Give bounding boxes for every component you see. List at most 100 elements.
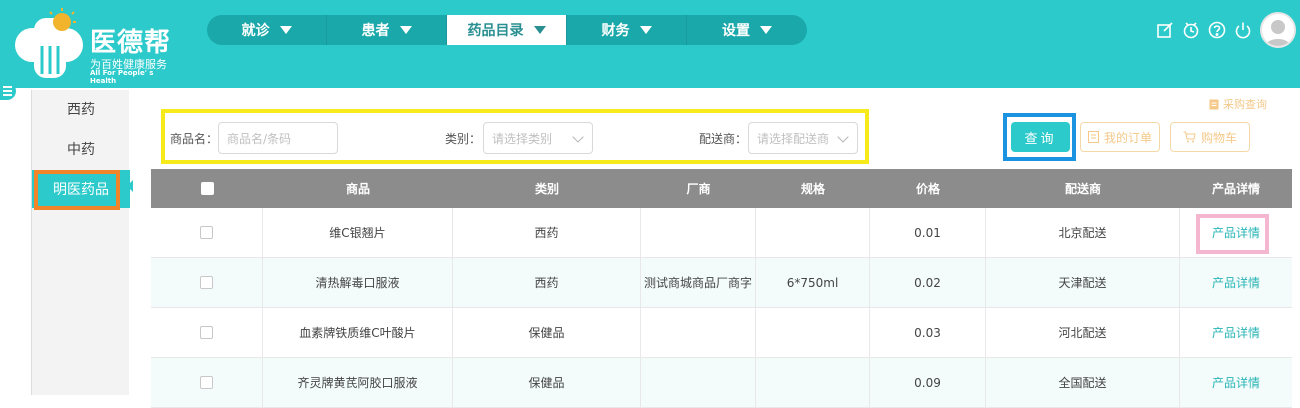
nav-item-finance[interactable]: 财务 — [567, 15, 687, 45]
nav-label: 患者 — [361, 23, 390, 39]
nav-label: 财务 — [601, 23, 630, 39]
product-detail-link[interactable]: 产品详情 — [1212, 324, 1260, 341]
supplier-placeholder: 请选择配送商 — [757, 131, 830, 146]
column-header: 配送商 — [1064, 182, 1101, 196]
nav-label: 药品目录 — [467, 23, 524, 39]
table-row: 维C银翘片 西药 0.01 北京配送 产品详情 — [151, 208, 1292, 258]
caret-down-icon — [399, 26, 412, 34]
row-select-cell — [151, 308, 263, 357]
cart-icon — [1183, 131, 1196, 143]
sidebar-toggle-button[interactable] — [0, 82, 16, 100]
help-icon[interactable] — [1208, 21, 1226, 39]
row-select-cell — [151, 208, 263, 257]
nav-item-visits[interactable]: 就诊 — [207, 15, 327, 45]
row-checkbox[interactable] — [200, 326, 213, 339]
category-sidebar: 西药 中药 明医药品 — [31, 90, 130, 395]
column-header: 厂商 — [686, 182, 711, 196]
row-select-cell — [151, 258, 263, 307]
nav-item-drug-catalog[interactable]: 药品目录 — [447, 15, 567, 45]
product-name: 齐灵牌黄芪阿胶口服液 — [263, 358, 453, 407]
highlight-box-orange — [34, 170, 120, 210]
product-name: 维C银翘片 — [263, 208, 453, 257]
product-detail-link[interactable]: 产品详情 — [1212, 374, 1260, 391]
product-maker — [641, 358, 756, 407]
product-supplier: 河北配送 — [986, 308, 1180, 357]
product-detail-cell: 产品详情 — [1180, 358, 1292, 407]
product-price: 0.03 — [870, 308, 986, 357]
user-icon — [1265, 20, 1291, 46]
app-slogan-en: All For People' s Health — [90, 69, 154, 85]
product-spec — [756, 208, 870, 257]
column-header: 商品 — [345, 182, 370, 196]
product-detail-cell: 产品详情 — [1180, 308, 1292, 357]
select-all-cell — [151, 169, 263, 208]
app-logo[interactable]: 医德帮 为百姓健康服务 All For People' s Health — [10, 6, 180, 85]
chevron-down-icon — [572, 131, 584, 143]
product-detail-link[interactable]: 产品详情 — [1212, 274, 1260, 291]
product-maker: 测试商城商品厂商字 — [641, 258, 756, 307]
active-indicator-arrow — [127, 180, 133, 192]
purchase-query-link[interactable]: 采购查询 — [1209, 96, 1267, 112]
product-maker — [641, 308, 756, 357]
product-category: 西药 — [453, 258, 641, 307]
row-checkbox[interactable] — [200, 226, 213, 239]
chevron-down-icon — [837, 131, 849, 143]
order-icon — [1087, 131, 1099, 143]
column-header: 产品详情 — [1211, 182, 1260, 196]
my-orders-button[interactable]: 我的订单 — [1080, 122, 1160, 152]
table-header: 商品 类别 厂商 规格 价格 配送商 产品详情 — [151, 169, 1292, 208]
notification-icon[interactable] — [1182, 21, 1200, 39]
cart-label: 购物车 — [1200, 130, 1237, 145]
product-category: 保健品 — [453, 358, 641, 407]
table-row: 血素牌铁质维C叶酸片 保健品 0.03 河北配送 产品详情 — [151, 308, 1292, 358]
highlight-box-pink — [1196, 214, 1269, 254]
product-price: 0.01 — [870, 208, 986, 257]
select-all-checkbox[interactable] — [200, 182, 214, 195]
header-actions — [1156, 10, 1300, 50]
caret-down-icon — [533, 26, 546, 34]
product-name: 血素牌铁质维C叶酸片 — [263, 308, 453, 357]
product-detail-cell: 产品详情 — [1180, 258, 1292, 307]
supplier-label: 配送商： — [699, 132, 748, 146]
user-avatar[interactable] — [1260, 12, 1296, 48]
product-price: 0.02 — [870, 258, 986, 307]
product-spec — [756, 358, 870, 407]
app-name: 医德帮 — [90, 28, 172, 58]
category-placeholder: 请选择类别 — [492, 131, 553, 146]
main-nav: 就诊 患者 药品目录 财务 设置 — [207, 15, 807, 45]
product-maker — [641, 208, 756, 257]
nav-item-settings[interactable]: 设置 — [687, 15, 807, 45]
cart-button[interactable]: 购物车 — [1170, 122, 1250, 152]
supplier-select[interactable]: 请选择配送商 — [748, 122, 858, 154]
sidebar-item-western-medicine[interactable]: 西药 — [32, 90, 130, 128]
product-name: 清热解毒口服液 — [263, 258, 453, 307]
table-row: 清热解毒口服液 西药 测试商城商品厂商字 6*750ml 0.02 天津配送 产… — [151, 258, 1292, 308]
product-table: 商品 类别 厂商 规格 价格 配送商 产品详情 维C银翘片 西药 0.01 北京… — [151, 169, 1292, 408]
nav-label: 就诊 — [241, 23, 270, 39]
purchase-query-label: 采购查询 — [1223, 98, 1267, 111]
product-price: 0.09 — [870, 358, 986, 407]
row-checkbox[interactable] — [200, 376, 213, 389]
nav-item-patients[interactable]: 患者 — [327, 15, 447, 45]
query-button[interactable]: 查询 — [1011, 122, 1070, 152]
row-checkbox[interactable] — [200, 276, 213, 289]
app-header: 医德帮 为百姓健康服务 All For People' s Health 就诊 … — [0, 0, 1300, 88]
product-supplier: 天津配送 — [986, 258, 1180, 307]
product-supplier: 北京配送 — [986, 208, 1180, 257]
sidebar-item-chinese-medicine[interactable]: 中药 — [32, 130, 130, 168]
product-supplier: 全国配送 — [986, 358, 1180, 407]
power-icon[interactable] — [1234, 21, 1252, 39]
column-header: 价格 — [915, 182, 940, 196]
product-category: 西药 — [453, 208, 641, 257]
column-header: 类别 — [534, 182, 559, 196]
product-spec — [756, 308, 870, 357]
my-orders-label: 我的订单 — [1103, 130, 1152, 145]
edit-icon[interactable] — [1156, 21, 1174, 39]
category-select[interactable]: 请选择类别 — [483, 122, 593, 154]
column-header: 规格 — [800, 182, 825, 196]
table-row: 齐灵牌黄芪阿胶口服液 保健品 0.09 全国配送 产品详情 — [151, 358, 1292, 408]
product-spec: 6*750ml — [756, 258, 870, 307]
product-name-input[interactable]: 商品名/条码 — [218, 122, 338, 154]
nav-label: 设置 — [722, 23, 750, 39]
product-name-label: 商品名： — [170, 132, 219, 146]
